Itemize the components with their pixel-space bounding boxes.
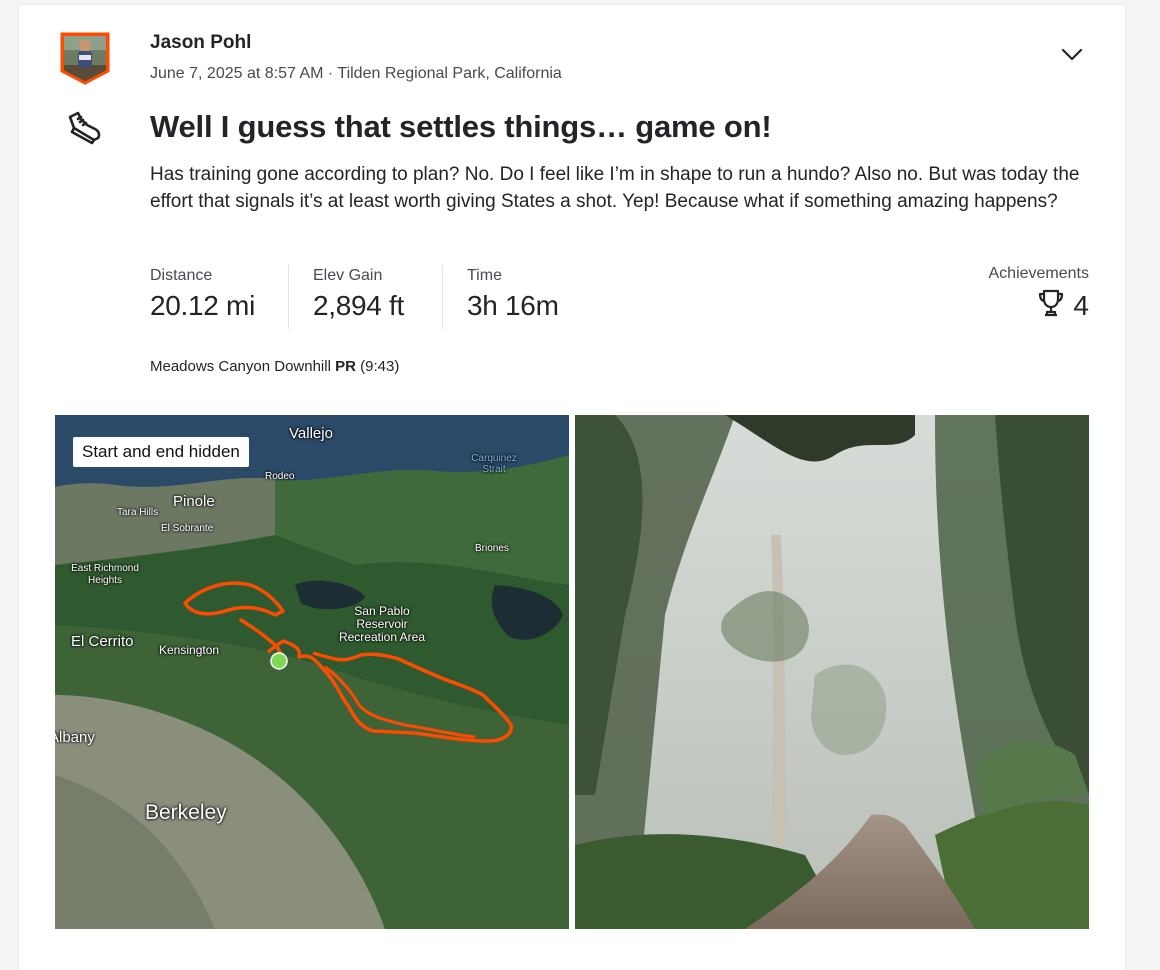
segment-name: Meadows Canyon Downhill [150, 358, 331, 375]
stat-distance: Distance 20.12 mi [150, 267, 255, 322]
stat-label: Distance [150, 267, 213, 284]
segment-time: (9:43) [360, 358, 400, 375]
map-place-label: San Pablo Reservoir Recreation Area [338, 604, 426, 644]
stat-value: 3h 16m [467, 290, 559, 321]
stat-value: 20.12 mi [150, 290, 255, 321]
map-place-label: Vallejo [289, 425, 333, 442]
achievements-label: Achievements [988, 265, 1090, 282]
segment-pr[interactable]: Meadows Canyon Downhill PR (9:43) [150, 358, 399, 375]
achievements[interactable]: Achievements 4 [989, 265, 1090, 323]
achievements-count: 4 [1073, 289, 1089, 321]
stat-value: 2,894 ft [313, 290, 405, 321]
map-place-label: Carquinez Strait [471, 453, 517, 475]
avatar[interactable] [59, 31, 111, 85]
chevron-down-icon[interactable] [1055, 37, 1089, 71]
satellite-map [55, 415, 569, 929]
map-place-label: Berkeley [145, 801, 227, 824]
activity-card: Jason Pohl June 7, 2025 at 8:57 AM · Til… [18, 4, 1126, 970]
running-shoe-icon [65, 108, 103, 146]
activity-photo[interactable] [575, 415, 1089, 929]
activity-date-location: June 7, 2025 at 8:57 AM · Tilden Regiona… [150, 65, 562, 82]
pr-badge: PR [335, 358, 356, 375]
map-place-label: Albany [55, 729, 95, 746]
map-place-label: Kensington [159, 643, 220, 657]
stat-label: Elev Gain [313, 267, 383, 284]
stat-label: Time [467, 267, 502, 284]
athlete-name[interactable]: Jason Pohl [150, 32, 251, 54]
map-place-label: Pinole [173, 493, 215, 510]
map-place-label: El Cerrito [71, 633, 134, 650]
map-place-label: East Richmond Heights [71, 563, 139, 586]
route-map[interactable]: Start and end hidden Vallejo Carquinez S… [55, 415, 569, 929]
stat-divider [288, 265, 289, 329]
map-place-label: Tara Hills [117, 507, 159, 518]
stat-divider [442, 265, 443, 329]
stat-time: Time 3h 16m [467, 267, 559, 322]
map-place-label: El Sobrante [161, 523, 214, 534]
trophy-icon [1037, 288, 1065, 323]
map-place-label: Rodeo [265, 471, 295, 482]
map-place-label: Briones [475, 543, 509, 554]
activity-description: Has training gone according to plan? No.… [150, 164, 1080, 212]
stat-elev-gain: Elev Gain 2,894 ft [313, 267, 404, 322]
map-privacy-badge: Start and end hidden [73, 437, 249, 467]
activity-title[interactable]: Well I guess that settles things… game o… [150, 109, 772, 145]
